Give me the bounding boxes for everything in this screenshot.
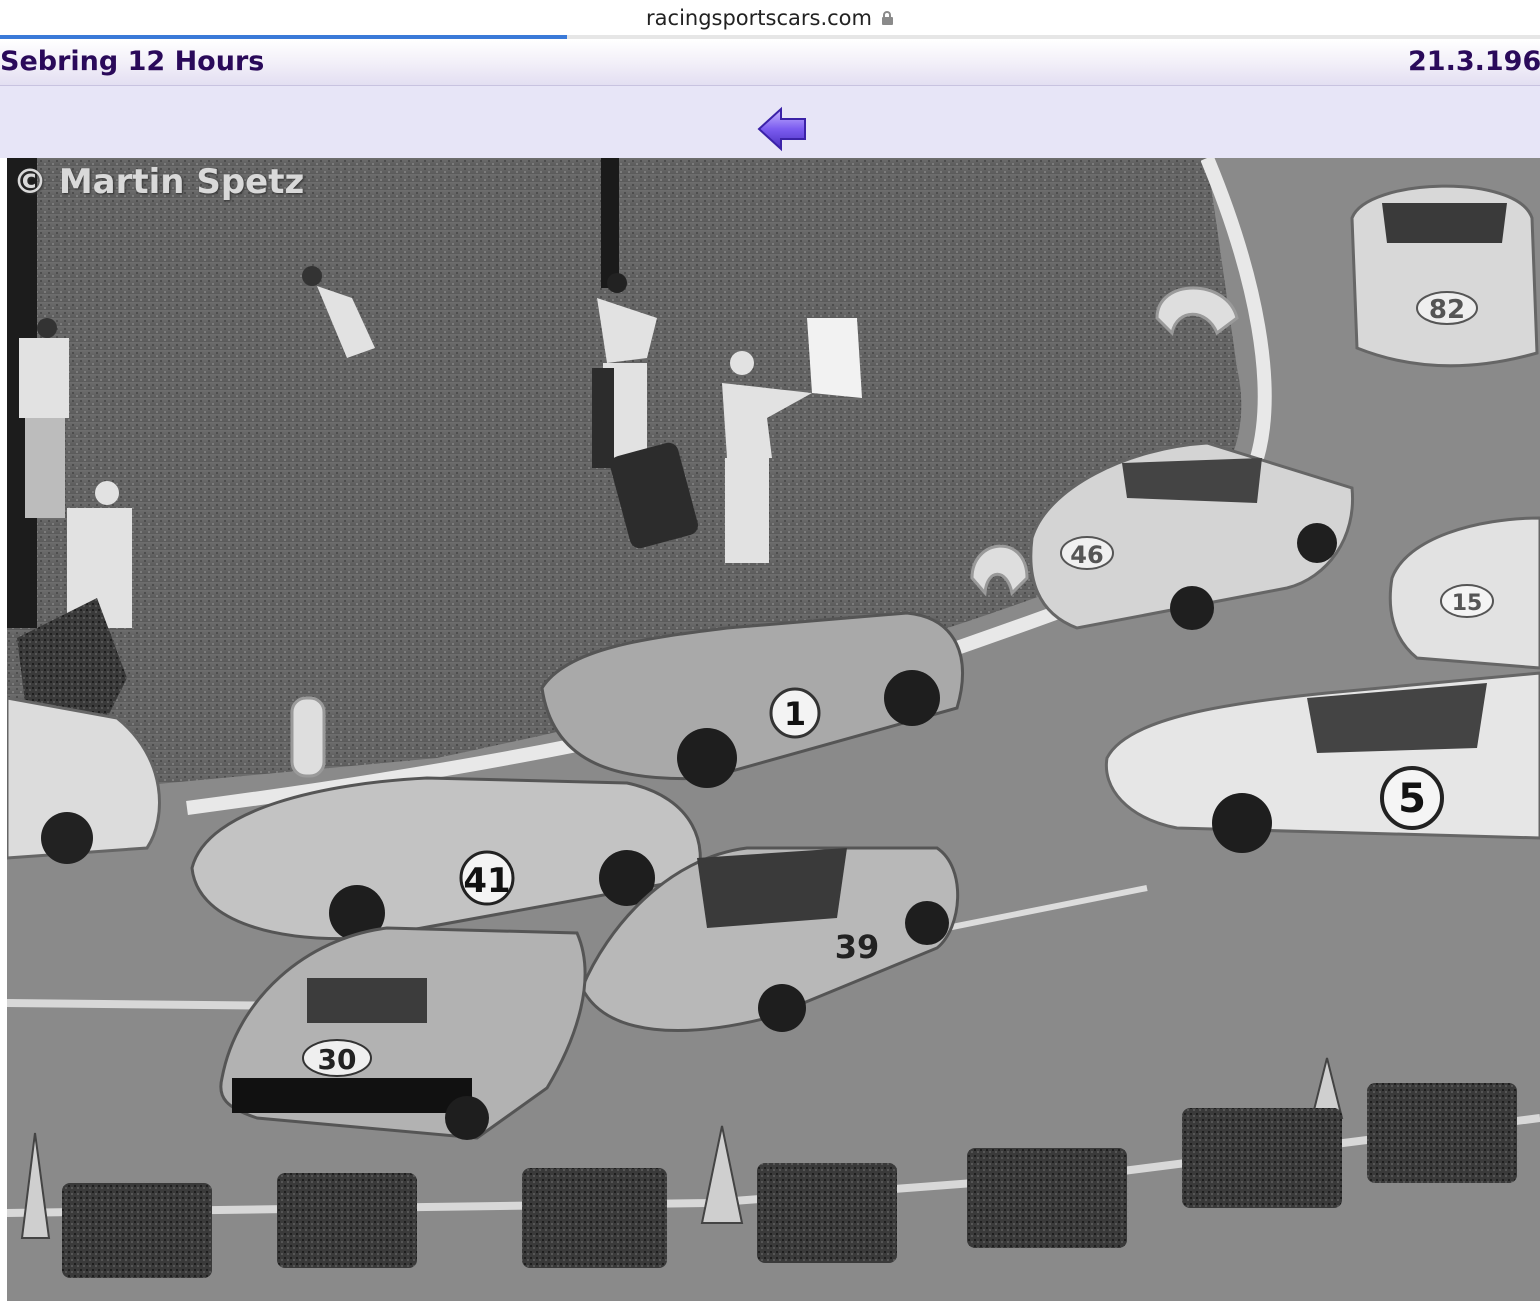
race-photo: 82 46 15 1 5 41 39 30 © Martin Spetz [7, 158, 1540, 1301]
car-number: 46 [1070, 541, 1103, 569]
event-date: 21.3.196 [1408, 46, 1540, 77]
url-text[interactable]: racingsportscars.com [646, 6, 872, 30]
car-number: 39 [835, 928, 880, 966]
page-load-progress [0, 35, 1540, 39]
page-load-progress-fill [0, 35, 567, 39]
car-number: 1 [784, 695, 806, 733]
car-number: 15 [1452, 591, 1483, 616]
event-title: Sebring 12 Hours [0, 46, 265, 77]
race-photo-image: 82 46 15 1 5 41 39 30 [7, 158, 1540, 1301]
car-number: 5 [1398, 776, 1426, 822]
back-arrow-icon [757, 106, 806, 152]
lock-icon [881, 11, 894, 25]
back-button[interactable] [757, 106, 809, 152]
car-number: 41 [463, 861, 510, 901]
car-number: 82 [1429, 295, 1465, 325]
navigation-bar [0, 86, 1540, 158]
page-header: Sebring 12 Hours 21.3.196 [0, 40, 1540, 86]
photo-credit: © Martin Spetz [13, 162, 305, 202]
address-bar[interactable]: racingsportscars.com [0, 0, 1540, 36]
car-number: 30 [318, 1043, 357, 1076]
